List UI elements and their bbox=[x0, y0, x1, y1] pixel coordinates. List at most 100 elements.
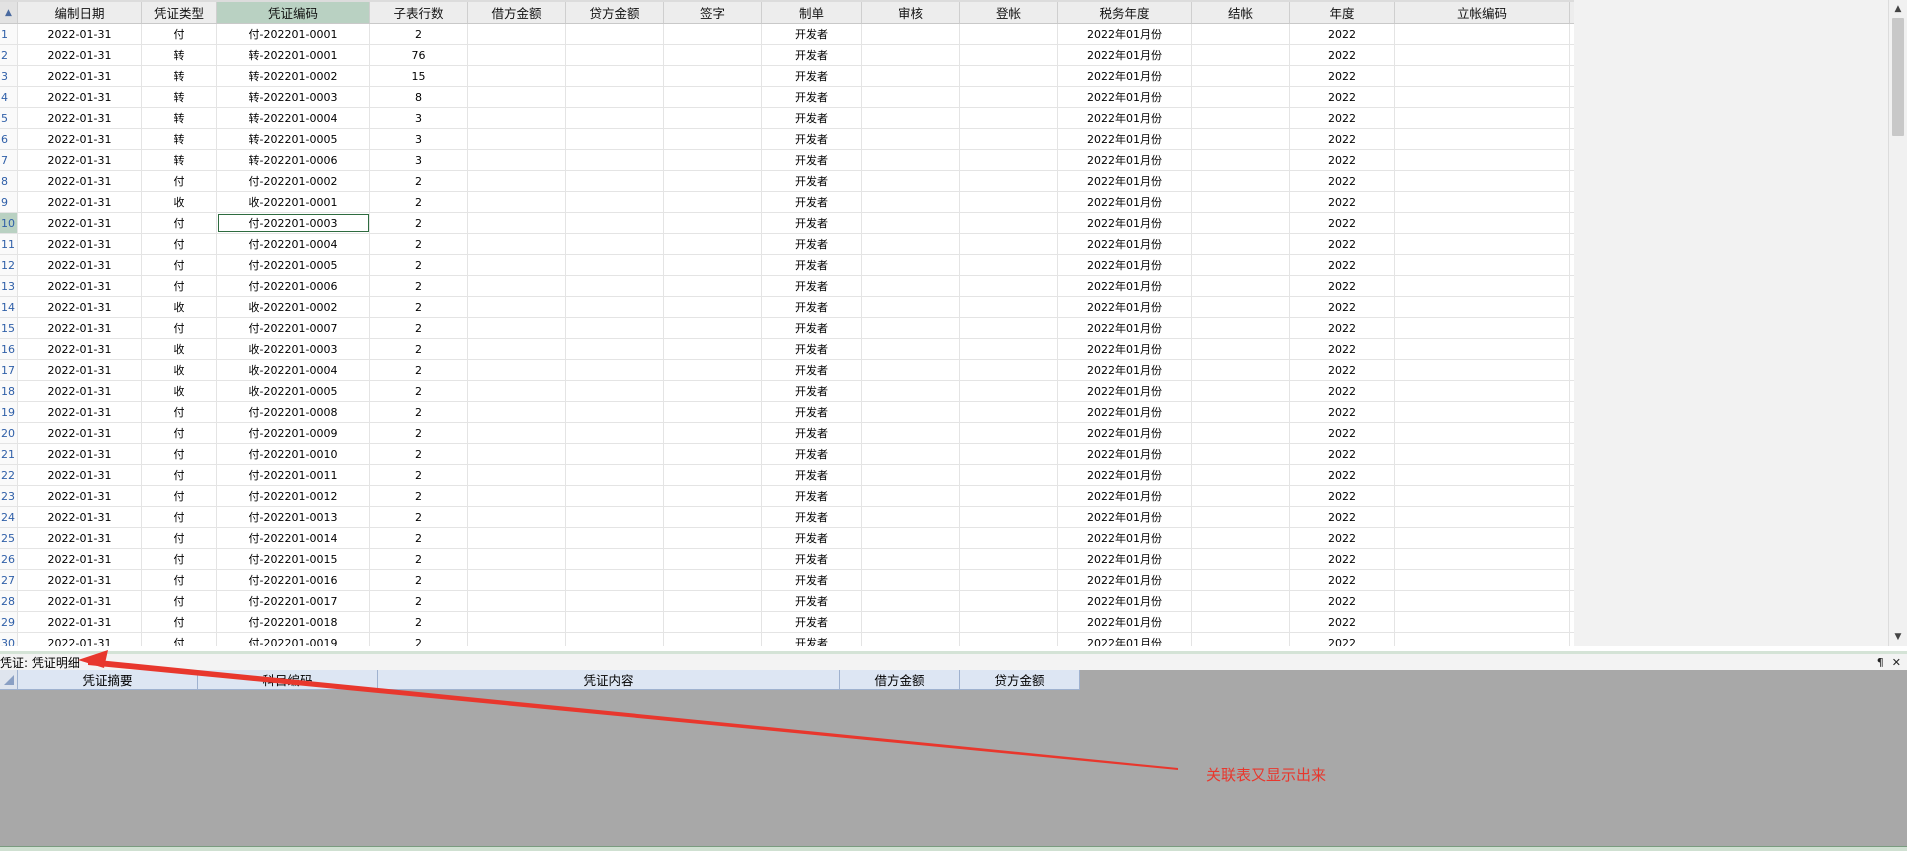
table-cell[interactable]: 付-202201-0018 bbox=[217, 612, 370, 632]
table-cell[interactable] bbox=[1192, 381, 1290, 401]
table-cell[interactable]: 付-202201-0005 bbox=[217, 255, 370, 275]
table-cell[interactable]: 2022年01月份 bbox=[1058, 591, 1192, 611]
table-cell[interactable]: 2 bbox=[370, 192, 468, 212]
table-cell[interactable] bbox=[960, 549, 1058, 569]
table-cell[interactable] bbox=[1395, 507, 1570, 527]
table-cell[interactable]: 2022-01-31 bbox=[18, 339, 142, 359]
table-cell[interactable] bbox=[664, 381, 762, 401]
table-cell[interactable] bbox=[1395, 171, 1570, 191]
table-cell[interactable]: 付-202201-0011 bbox=[217, 465, 370, 485]
table-cell[interactable]: 2022-01-31 bbox=[18, 486, 142, 506]
table-cell[interactable]: 付 bbox=[142, 444, 217, 464]
table-cell[interactable]: 2 bbox=[370, 339, 468, 359]
table-cell[interactable] bbox=[960, 66, 1058, 86]
table-cell[interactable]: 2 bbox=[370, 633, 468, 646]
table-cell[interactable]: 2022年01月份 bbox=[1058, 339, 1192, 359]
table-cell[interactable] bbox=[566, 465, 664, 485]
column-header[interactable]: 凭证类型 bbox=[142, 2, 217, 23]
table-cell[interactable]: 2022-01-31 bbox=[18, 360, 142, 380]
table-cell[interactable] bbox=[960, 528, 1058, 548]
detail-column-header[interactable]: 借方金额 bbox=[840, 670, 960, 690]
table-cell[interactable] bbox=[1395, 213, 1570, 233]
table-cell[interactable]: 2 bbox=[370, 402, 468, 422]
table-row[interactable]: 13 2022-01-31 付付-202201-0006 2 开发者 2022年01月份 2… bbox=[0, 276, 1574, 297]
table-cell[interactable]: 2022年01月份 bbox=[1058, 423, 1192, 443]
table-cell[interactable]: 2 bbox=[370, 213, 468, 233]
table-cell[interactable]: 2 bbox=[370, 549, 468, 569]
table-cell[interactable] bbox=[566, 486, 664, 506]
table-row[interactable]: 7 2022-01-31 转转-202201-0006 3 开发者 2022年01月份 20… bbox=[0, 150, 1574, 171]
column-header[interactable]: 借方金额 bbox=[468, 2, 566, 23]
row-number[interactable]: 5 bbox=[0, 108, 18, 128]
table-cell[interactable] bbox=[566, 381, 664, 401]
table-cell[interactable] bbox=[1395, 276, 1570, 296]
table-cell[interactable] bbox=[1395, 570, 1570, 590]
table-row[interactable]: 21 2022-01-31 付付-202201-0010 2 开发者 2022年01月份 2… bbox=[0, 444, 1574, 465]
table-row[interactable]: 4 2022-01-31 转转-202201-0003 8 开发者 2022年01月份 20… bbox=[0, 87, 1574, 108]
table-cell[interactable]: 3 bbox=[370, 150, 468, 170]
table-cell[interactable] bbox=[1395, 528, 1570, 548]
table-cell[interactable] bbox=[468, 255, 566, 275]
table-cell[interactable]: 付-202201-0006 bbox=[217, 276, 370, 296]
table-cell[interactable] bbox=[1192, 570, 1290, 590]
table-cell[interactable] bbox=[468, 24, 566, 44]
table-cell[interactable] bbox=[862, 570, 960, 590]
table-cell[interactable]: 2022 bbox=[1290, 66, 1395, 86]
table-cell[interactable] bbox=[566, 129, 664, 149]
table-cell[interactable] bbox=[664, 45, 762, 65]
table-cell[interactable]: 付 bbox=[142, 423, 217, 443]
table-cell[interactable] bbox=[1192, 150, 1290, 170]
table-cell[interactable]: 2022 bbox=[1290, 297, 1395, 317]
table-row[interactable]: 8 2022-01-31 付付-202201-0002 2 开发者 2022年01月份 20… bbox=[0, 171, 1574, 192]
table-cell[interactable]: 2022 bbox=[1290, 150, 1395, 170]
table-cell[interactable]: 付-202201-0013 bbox=[217, 507, 370, 527]
table-cell[interactable] bbox=[1192, 423, 1290, 443]
table-row[interactable]: 23 2022-01-31 付付-202201-0012 2 开发者 2022年01月份 2… bbox=[0, 486, 1574, 507]
table-cell[interactable]: 2022 bbox=[1290, 318, 1395, 338]
table-cell[interactable] bbox=[664, 360, 762, 380]
row-number[interactable]: 14 bbox=[0, 297, 18, 317]
table-cell[interactable]: 2 bbox=[370, 570, 468, 590]
scroll-up-arrow-icon[interactable]: ▲ bbox=[1889, 1, 1907, 17]
table-cell[interactable] bbox=[960, 87, 1058, 107]
table-cell[interactable] bbox=[468, 381, 566, 401]
table-cell[interactable] bbox=[960, 108, 1058, 128]
table-cell[interactable]: 付 bbox=[142, 612, 217, 632]
table-cell[interactable] bbox=[468, 192, 566, 212]
table-cell[interactable] bbox=[960, 486, 1058, 506]
table-cell[interactable] bbox=[468, 402, 566, 422]
table-cell[interactable]: 2022-01-31 bbox=[18, 591, 142, 611]
table-cell[interactable]: 收-202201-0001 bbox=[217, 192, 370, 212]
table-cell[interactable]: 2022-01-31 bbox=[18, 45, 142, 65]
table-cell[interactable]: 2022 bbox=[1290, 528, 1395, 548]
table-row[interactable]: 22 2022-01-31 付付-202201-0011 2 开发者 2022年01月份 2… bbox=[0, 465, 1574, 486]
table-cell[interactable]: 2022-01-31 bbox=[18, 381, 142, 401]
table-cell[interactable] bbox=[664, 150, 762, 170]
table-cell[interactable]: 2022-01-31 bbox=[18, 66, 142, 86]
table-cell[interactable]: 2 bbox=[370, 381, 468, 401]
row-number[interactable]: 19 bbox=[0, 402, 18, 422]
table-cell[interactable]: 2022 bbox=[1290, 549, 1395, 569]
table-cell[interactable]: 付-202201-0001 bbox=[217, 24, 370, 44]
table-cell[interactable]: 开发者 bbox=[762, 633, 862, 646]
table-cell[interactable] bbox=[960, 360, 1058, 380]
table-cell[interactable] bbox=[1395, 591, 1570, 611]
table-cell[interactable]: 转 bbox=[142, 108, 217, 128]
table-cell[interactable]: 2022 bbox=[1290, 465, 1395, 485]
table-cell[interactable] bbox=[566, 108, 664, 128]
table-cell[interactable]: 2 bbox=[370, 297, 468, 317]
table-cell[interactable]: 开发者 bbox=[762, 612, 862, 632]
table-cell[interactable] bbox=[1192, 171, 1290, 191]
table-cell[interactable] bbox=[960, 402, 1058, 422]
table-cell[interactable] bbox=[862, 297, 960, 317]
table-cell[interactable] bbox=[468, 318, 566, 338]
column-header[interactable]: 制单 bbox=[762, 2, 862, 23]
table-cell[interactable] bbox=[664, 171, 762, 191]
table-cell[interactable] bbox=[664, 192, 762, 212]
row-number[interactable]: 30 bbox=[0, 633, 18, 646]
table-cell[interactable]: 2022-01-31 bbox=[18, 255, 142, 275]
column-header[interactable]: 立帐编码 bbox=[1395, 2, 1570, 23]
table-cell[interactable]: 2 bbox=[370, 507, 468, 527]
table-cell[interactable]: 开发者 bbox=[762, 297, 862, 317]
table-cell[interactable] bbox=[468, 276, 566, 296]
